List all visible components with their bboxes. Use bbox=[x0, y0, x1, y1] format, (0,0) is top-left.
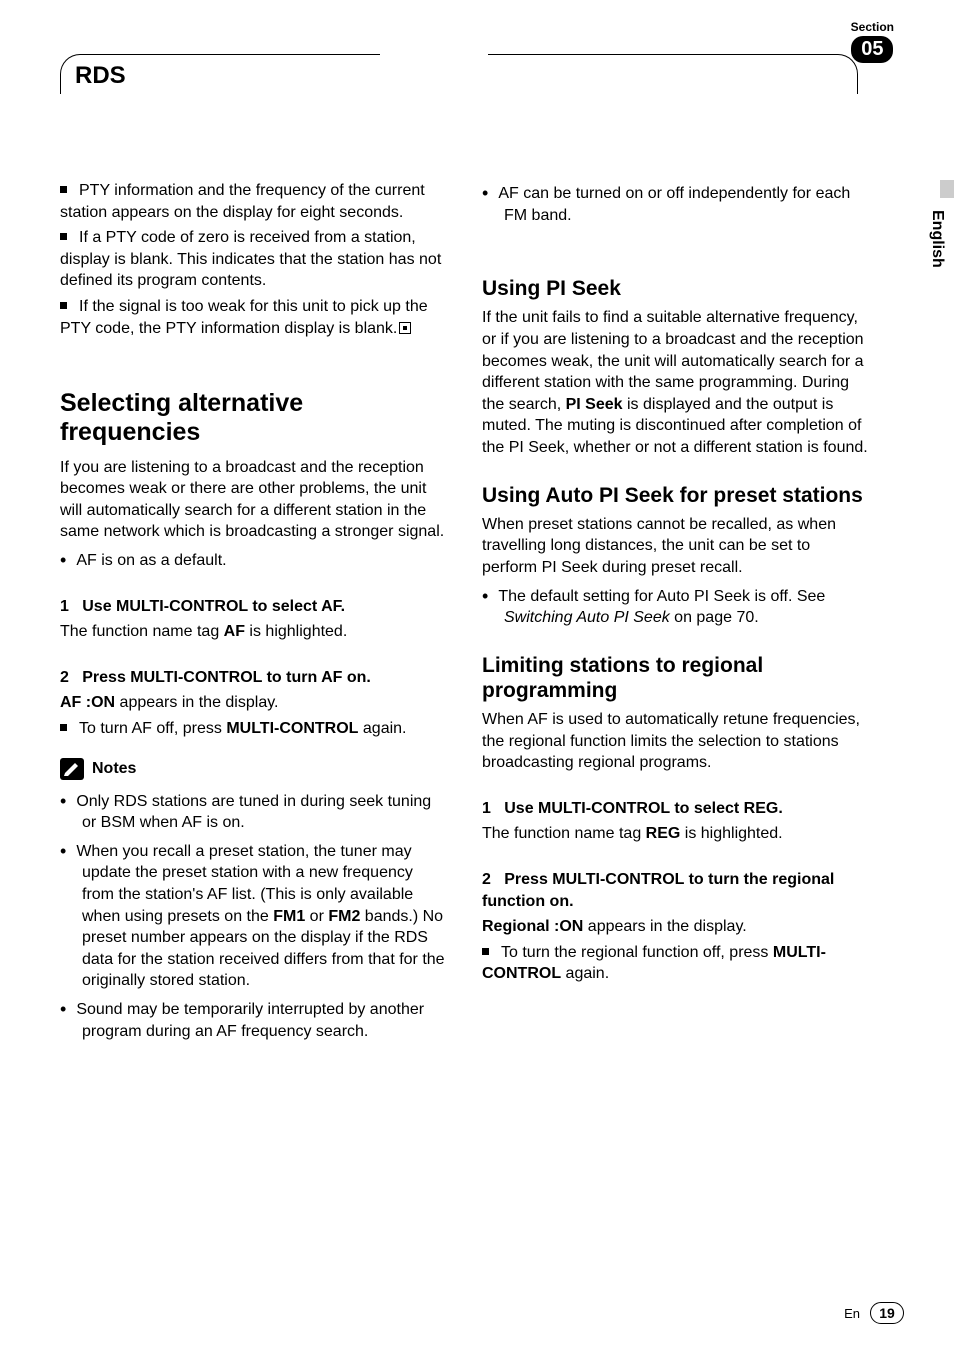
pi-seek-body: If the unit fails to find a suitable alt… bbox=[482, 307, 868, 458]
manual-page: RDS Section 05 English PTY information a… bbox=[0, 0, 954, 1352]
content-columns: PTY information and the frequency of the… bbox=[60, 180, 904, 1046]
notes-header: Notes bbox=[60, 758, 446, 780]
reg-step-2-title: 2 Press MULTI-CONTROL to turn the region… bbox=[482, 869, 868, 912]
step-2-title: 2 Press MULTI-CONTROL to turn AF on. bbox=[60, 667, 446, 689]
regional-body: When AF is used to automatically retune … bbox=[482, 709, 868, 774]
heading-alt-freq: Selecting alternative frequencies bbox=[60, 389, 446, 447]
intro-bullet-3: If the signal is too weak for this unit … bbox=[60, 296, 446, 339]
square-bullet-icon bbox=[60, 233, 67, 240]
heading-regional: Limiting stations to regional programmin… bbox=[482, 653, 868, 703]
page-number: 19 bbox=[870, 1302, 904, 1324]
step-2-sub: To turn AF off, press MULTI-CONTROL agai… bbox=[60, 718, 446, 740]
language-tab-marker bbox=[940, 180, 954, 198]
af-independent-note: AF can be turned on or off independently… bbox=[482, 180, 868, 226]
alt-freq-default: AF is on as a default. bbox=[60, 547, 446, 572]
step-1-title: 1 Use MULTI-CONTROL to select AF. bbox=[60, 596, 446, 618]
square-bullet-icon bbox=[60, 186, 67, 193]
page-footer: En 19 bbox=[844, 1302, 904, 1324]
chapter-title: RDS bbox=[75, 62, 126, 90]
end-of-section-icon bbox=[399, 322, 411, 334]
step-1-body: The function name tag AF is highlighted. bbox=[60, 621, 446, 643]
reg-step-1-title: 1 Use MULTI-CONTROL to select REG. bbox=[482, 798, 868, 820]
footer-language-abbr: En bbox=[844, 1306, 860, 1321]
auto-pi-bullet: The default setting for Auto PI Seek is … bbox=[482, 583, 868, 629]
heading-pi-seek: Using PI Seek bbox=[482, 276, 868, 301]
language-label: English bbox=[928, 210, 946, 268]
note-2: When you recall a preset station, the tu… bbox=[82, 838, 446, 992]
reg-step-2-sub: To turn the regional function off, press… bbox=[482, 942, 868, 985]
header-arc-right bbox=[488, 54, 858, 94]
heading-auto-pi-seek: Using Auto PI Seek for preset stations bbox=[482, 483, 868, 508]
alt-freq-intro: If you are listening to a broadcast and … bbox=[60, 457, 446, 543]
section-indicator: Section 05 bbox=[851, 20, 894, 63]
page-header: RDS Section 05 bbox=[60, 40, 904, 100]
section-label: Section bbox=[851, 20, 894, 34]
pencil-notes-icon bbox=[60, 758, 84, 780]
note-3: Sound may be temporarily interrupted by … bbox=[82, 996, 446, 1042]
step-2-body: AF :ON appears in the display. bbox=[60, 692, 446, 714]
notes-label: Notes bbox=[92, 758, 136, 780]
note-1: Only RDS stations are tuned in during se… bbox=[82, 788, 446, 834]
auto-pi-body: When preset stations cannot be recalled,… bbox=[482, 514, 868, 579]
square-bullet-icon bbox=[60, 724, 67, 731]
right-column: AF can be turned on or off independently… bbox=[482, 180, 868, 1046]
reg-step-2-body: Regional :ON appears in the display. bbox=[482, 916, 868, 938]
square-bullet-icon bbox=[60, 302, 67, 309]
square-bullet-icon bbox=[482, 948, 489, 955]
reg-step-1-body: The function name tag REG is highlighted… bbox=[482, 823, 868, 845]
intro-bullet-2: If a PTY code of zero is received from a… bbox=[60, 227, 446, 292]
section-number: 05 bbox=[851, 36, 893, 63]
notes-list: Only RDS stations are tuned in during se… bbox=[60, 788, 446, 1043]
left-column: PTY information and the frequency of the… bbox=[60, 180, 446, 1046]
intro-bullet-1: PTY information and the frequency of the… bbox=[60, 180, 446, 223]
